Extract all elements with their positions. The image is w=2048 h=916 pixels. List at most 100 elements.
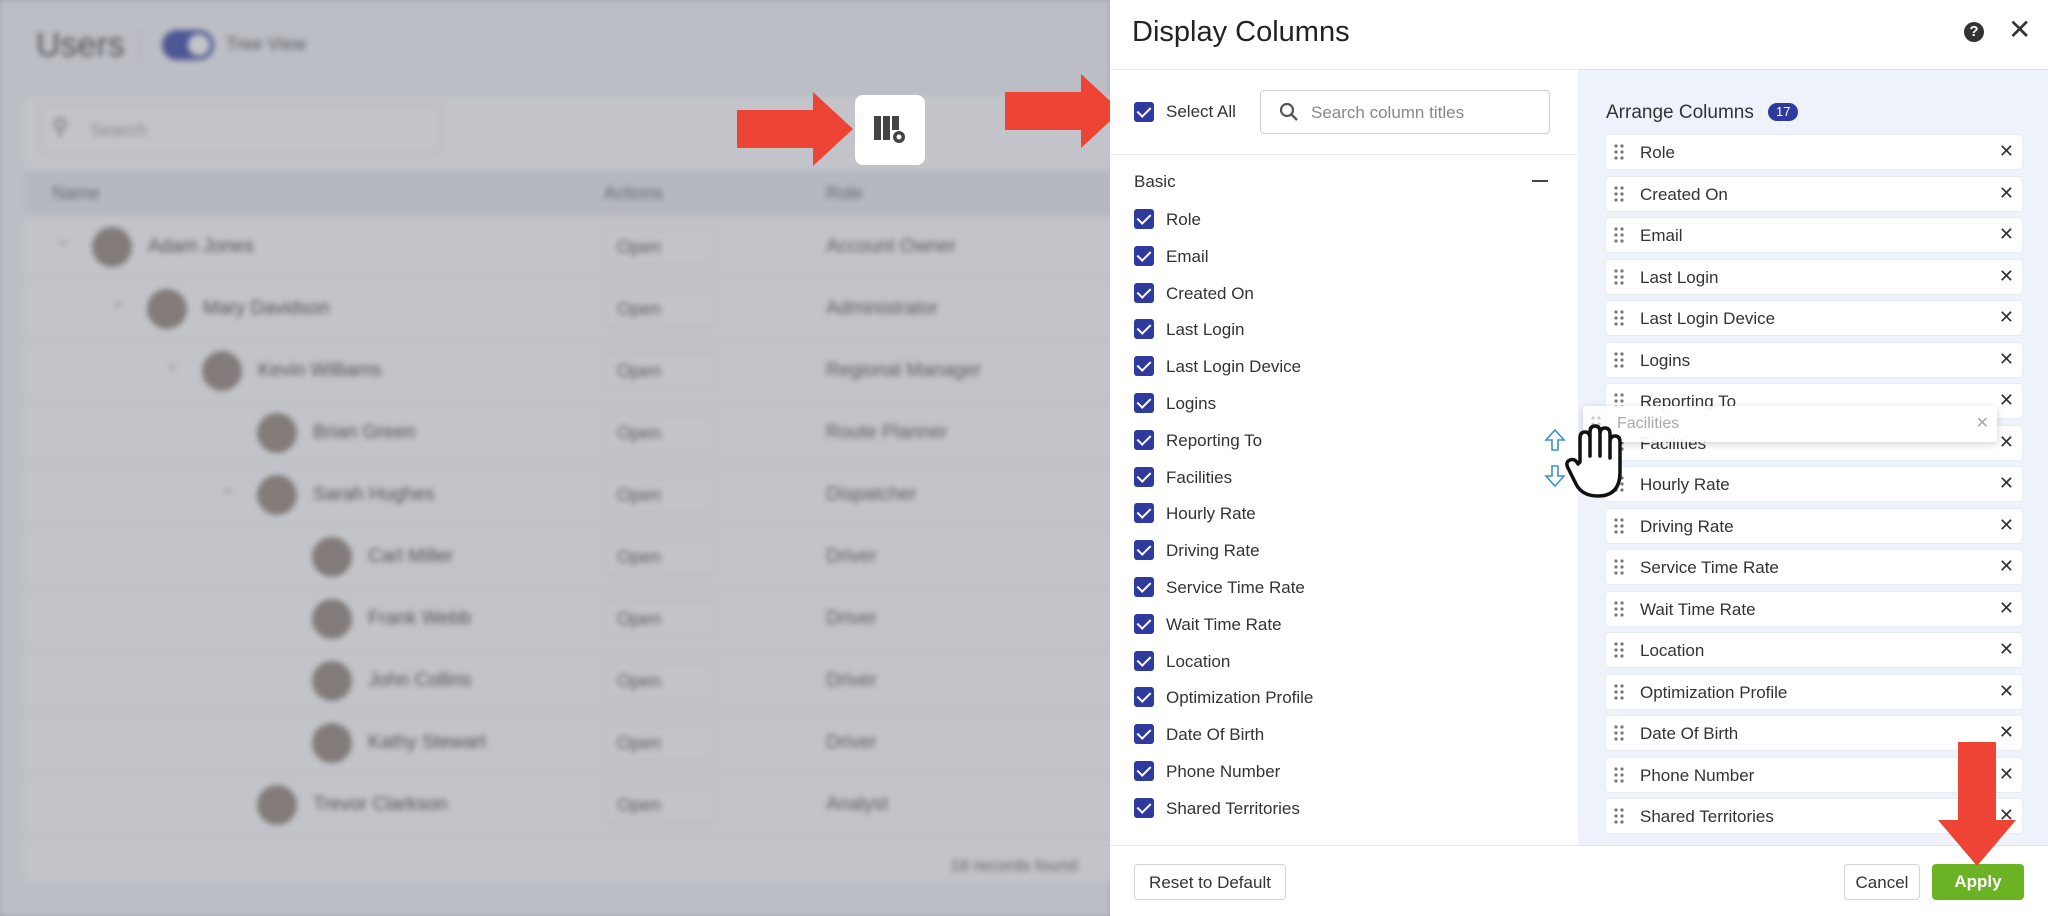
- drag-handle-icon[interactable]: [1614, 559, 1624, 580]
- column-checkbox[interactable]: [1134, 613, 1154, 634]
- arrow-pointer-icon: [737, 92, 853, 166]
- arrange-column-label: Logins: [1640, 350, 1691, 370]
- arrange-column-label: Service Time Rate: [1640, 558, 1779, 577]
- remove-icon[interactable]: ✕: [1999, 639, 2014, 660]
- arrange-column-item[interactable]: Wait Time Rate ✕: [1606, 591, 2022, 626]
- column-checkbox[interactable]: [1134, 356, 1154, 377]
- close-icon[interactable]: ✕: [2008, 16, 2031, 44]
- column-checkbox[interactable]: [1134, 577, 1154, 597]
- column-checkbox-label: Shared Territories: [1166, 798, 1300, 818]
- column-checkbox[interactable]: [1134, 761, 1154, 781]
- remove-icon[interactable]: ✕: [1999, 515, 2014, 536]
- arrange-column-item[interactable]: Hourly Rate ✕: [1606, 467, 2022, 501]
- column-checkbox[interactable]: [1134, 319, 1154, 340]
- collapse-group-icon[interactable]: [1532, 180, 1548, 182]
- dragging-column-card[interactable]: Facilities ✕: [1583, 406, 1997, 442]
- reset-to-default-button[interactable]: Reset to Default: [1134, 864, 1286, 900]
- drag-handle-icon[interactable]: [1614, 683, 1624, 705]
- drag-handle-icon[interactable]: [1614, 144, 1624, 165]
- drag-handle-icon[interactable]: [1614, 642, 1624, 663]
- arrow-pointer-icon: [1005, 74, 1121, 148]
- column-checkbox-label: Last Login Device: [1166, 357, 1302, 377]
- select-all-checkbox[interactable]: [1134, 102, 1154, 122]
- drag-handle-icon[interactable]: [1614, 725, 1624, 746]
- column-checkbox-label: Phone Number: [1166, 762, 1281, 781]
- remove-icon[interactable]: ✕: [1999, 349, 2014, 370]
- drag-handle-icon[interactable]: [1614, 808, 1624, 829]
- arrow-pointer-icon: [1938, 742, 2016, 866]
- remove-icon[interactable]: ✕: [1999, 432, 2014, 453]
- column-checkbox[interactable]: [1134, 393, 1154, 413]
- drag-handle-icon[interactable]: [1614, 268, 1624, 290]
- arrange-count-badge: 17: [1768, 103, 1799, 121]
- drag-handle-icon[interactable]: [1614, 517, 1624, 539]
- drag-handle-icon[interactable]: [1614, 227, 1624, 248]
- remove-icon[interactable]: ✕: [1999, 722, 2014, 743]
- drag-handle-icon[interactable]: [1614, 351, 1624, 373]
- remove-icon[interactable]: ✕: [1999, 183, 2014, 204]
- column-checkbox-label: Logins: [1166, 394, 1217, 413]
- column-checkbox-label: Location: [1166, 651, 1231, 671]
- help-icon[interactable]: ?: [1964, 22, 1984, 42]
- remove-icon[interactable]: ✕: [1999, 307, 2014, 328]
- drag-handle-icon[interactable]: [1614, 310, 1624, 331]
- hand-cursor-icon: [1565, 424, 1622, 498]
- drag-handle-icon[interactable]: [1614, 766, 1624, 788]
- remove-icon[interactable]: ✕: [1999, 390, 2014, 411]
- column-checkbox[interactable]: [1134, 429, 1154, 450]
- column-settings-button[interactable]: [855, 95, 925, 165]
- arrange-column-label: Email: [1640, 226, 1683, 245]
- column-checkbox[interactable]: [1134, 687, 1154, 708]
- arrange-column-label: Shared Territories: [1640, 807, 1774, 826]
- remove-icon[interactable]: ✕: [1999, 598, 2014, 619]
- arrange-column-label: Last Login: [1640, 267, 1719, 287]
- column-settings-icon: [874, 116, 905, 143]
- remove-icon[interactable]: ✕: [1999, 266, 2014, 287]
- arrange-column-label: Created On: [1640, 184, 1728, 204]
- arrange-column-label: Hourly Rate: [1640, 475, 1730, 494]
- column-checkbox[interactable]: [1134, 797, 1154, 818]
- arrange-column-label: Phone Number: [1640, 765, 1755, 785]
- column-search-box[interactable]: [1260, 90, 1550, 134]
- remove-icon[interactable]: ✕: [1999, 473, 2014, 494]
- arrange-column-item[interactable]: Driving Rate ✕: [1606, 508, 2022, 543]
- arrange-column-label: Last Login Device: [1640, 309, 1776, 328]
- column-checkbox-label: Email: [1166, 246, 1209, 266]
- column-checkbox[interactable]: [1134, 466, 1154, 487]
- column-checkbox-label: Optimization Profile: [1166, 688, 1314, 708]
- remove-icon[interactable]: ✕: [1999, 681, 2014, 702]
- arrange-column-item[interactable]: Email ✕: [1606, 218, 2022, 252]
- column-checkbox[interactable]: [1134, 209, 1154, 229]
- column-checkbox-label: Role: [1166, 210, 1201, 229]
- arrange-column-item[interactable]: Last Login ✕: [1606, 259, 2022, 294]
- column-checkbox-label: Wait Time Rate: [1166, 614, 1282, 634]
- remove-icon[interactable]: ✕: [1999, 141, 2014, 162]
- drag-handle-icon[interactable]: [1614, 185, 1624, 207]
- cancel-button[interactable]: Cancel: [1844, 864, 1920, 900]
- arrange-column-item[interactable]: Location ✕: [1606, 633, 2022, 667]
- remove-icon[interactable]: ✕: [1999, 224, 2014, 245]
- modal-overlay[interactable]: [0, 0, 1110, 916]
- column-checkbox[interactable]: [1134, 724, 1154, 745]
- remove-icon: ✕: [1975, 415, 1989, 432]
- column-checkbox[interactable]: [1134, 245, 1154, 266]
- arrange-column-item[interactable]: Created On ✕: [1606, 176, 2022, 211]
- column-selection-pane: Select All Basic Role Email Created On Last…: [1110, 70, 1578, 845]
- drag-handle-icon[interactable]: [1614, 600, 1624, 622]
- column-search-input[interactable]: [1309, 99, 1543, 127]
- arrange-column-item[interactable]: Service Time Rate ✕: [1606, 550, 2022, 584]
- column-checkbox[interactable]: [1134, 650, 1154, 671]
- arrange-column-label: Location: [1640, 641, 1705, 660]
- arrange-column-item[interactable]: Optimization Profile ✕: [1606, 674, 2022, 709]
- column-checkbox[interactable]: [1134, 540, 1154, 561]
- column-checkbox-label: Date Of Birth: [1166, 725, 1265, 745]
- apply-button[interactable]: Apply: [1932, 864, 2024, 900]
- arrange-column-item[interactable]: Last Login Device ✕: [1606, 301, 2022, 335]
- arrange-column-item[interactable]: Logins ✕: [1606, 342, 2022, 377]
- column-checkbox-label: Service Time Rate: [1166, 578, 1305, 597]
- column-checkbox[interactable]: [1134, 282, 1154, 303]
- column-checkbox[interactable]: [1134, 503, 1154, 524]
- column-checkbox-label: Last Login: [1166, 320, 1245, 340]
- remove-icon[interactable]: ✕: [1999, 556, 2014, 577]
- arrange-column-item[interactable]: Role ✕: [1606, 135, 2022, 169]
